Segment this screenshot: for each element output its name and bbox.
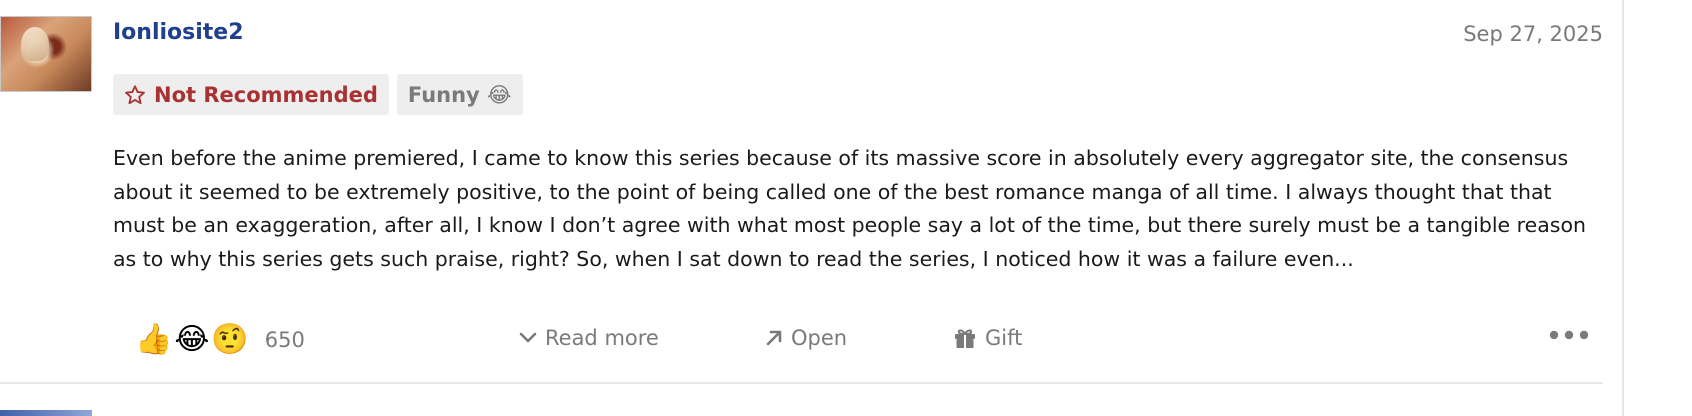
read-more-label: Read more	[545, 326, 659, 350]
more-options-button[interactable]	[1549, 330, 1589, 340]
open-label: Open	[791, 326, 848, 350]
recommendation-label: Not Recommended	[154, 82, 378, 107]
reactions[interactable]: 👍 😂 🤨 650	[135, 322, 305, 358]
laughing-reaction[interactable]: 😂	[174, 322, 209, 358]
gift-icon	[953, 326, 977, 350]
reaction-count: 650	[264, 328, 305, 352]
user-avatar[interactable]	[0, 16, 92, 92]
review-body: Even before the anime premiered, I came …	[113, 146, 1587, 271]
funny-label: Funny 😂	[407, 82, 512, 107]
review-divider	[0, 382, 1603, 384]
open-button[interactable]: Open	[765, 326, 847, 350]
star-outline-icon	[124, 84, 146, 106]
gift-button[interactable]: Gift	[953, 326, 1022, 350]
raised-eyebrow-reaction[interactable]: 🤨	[211, 322, 248, 358]
review-footer: 👍 😂 🤨 650 Read more Open Gift	[135, 322, 1603, 362]
next-review-avatar[interactable]	[0, 410, 92, 416]
arrow-up-right-icon	[765, 329, 783, 347]
review-date: Sep 27, 2025	[1463, 22, 1603, 46]
review-tags: Not Recommended Funny 😂	[113, 74, 523, 115]
read-more-button[interactable]: Read more	[519, 326, 659, 350]
not-recommended-tag: Not Recommended	[113, 74, 389, 115]
thumbs-up-reaction[interactable]: 👍	[135, 322, 172, 358]
username-link[interactable]: Ionliosite2	[113, 20, 244, 45]
more-dots-icon	[1549, 330, 1589, 340]
content-border	[1622, 0, 1624, 416]
chevron-down-icon	[519, 332, 537, 344]
review-page: Ionliosite2 Sep 27, 2025 Not Recommended…	[0, 0, 1692, 416]
funny-tag: Funny 😂	[396, 74, 523, 115]
gift-label: Gift	[985, 326, 1023, 350]
